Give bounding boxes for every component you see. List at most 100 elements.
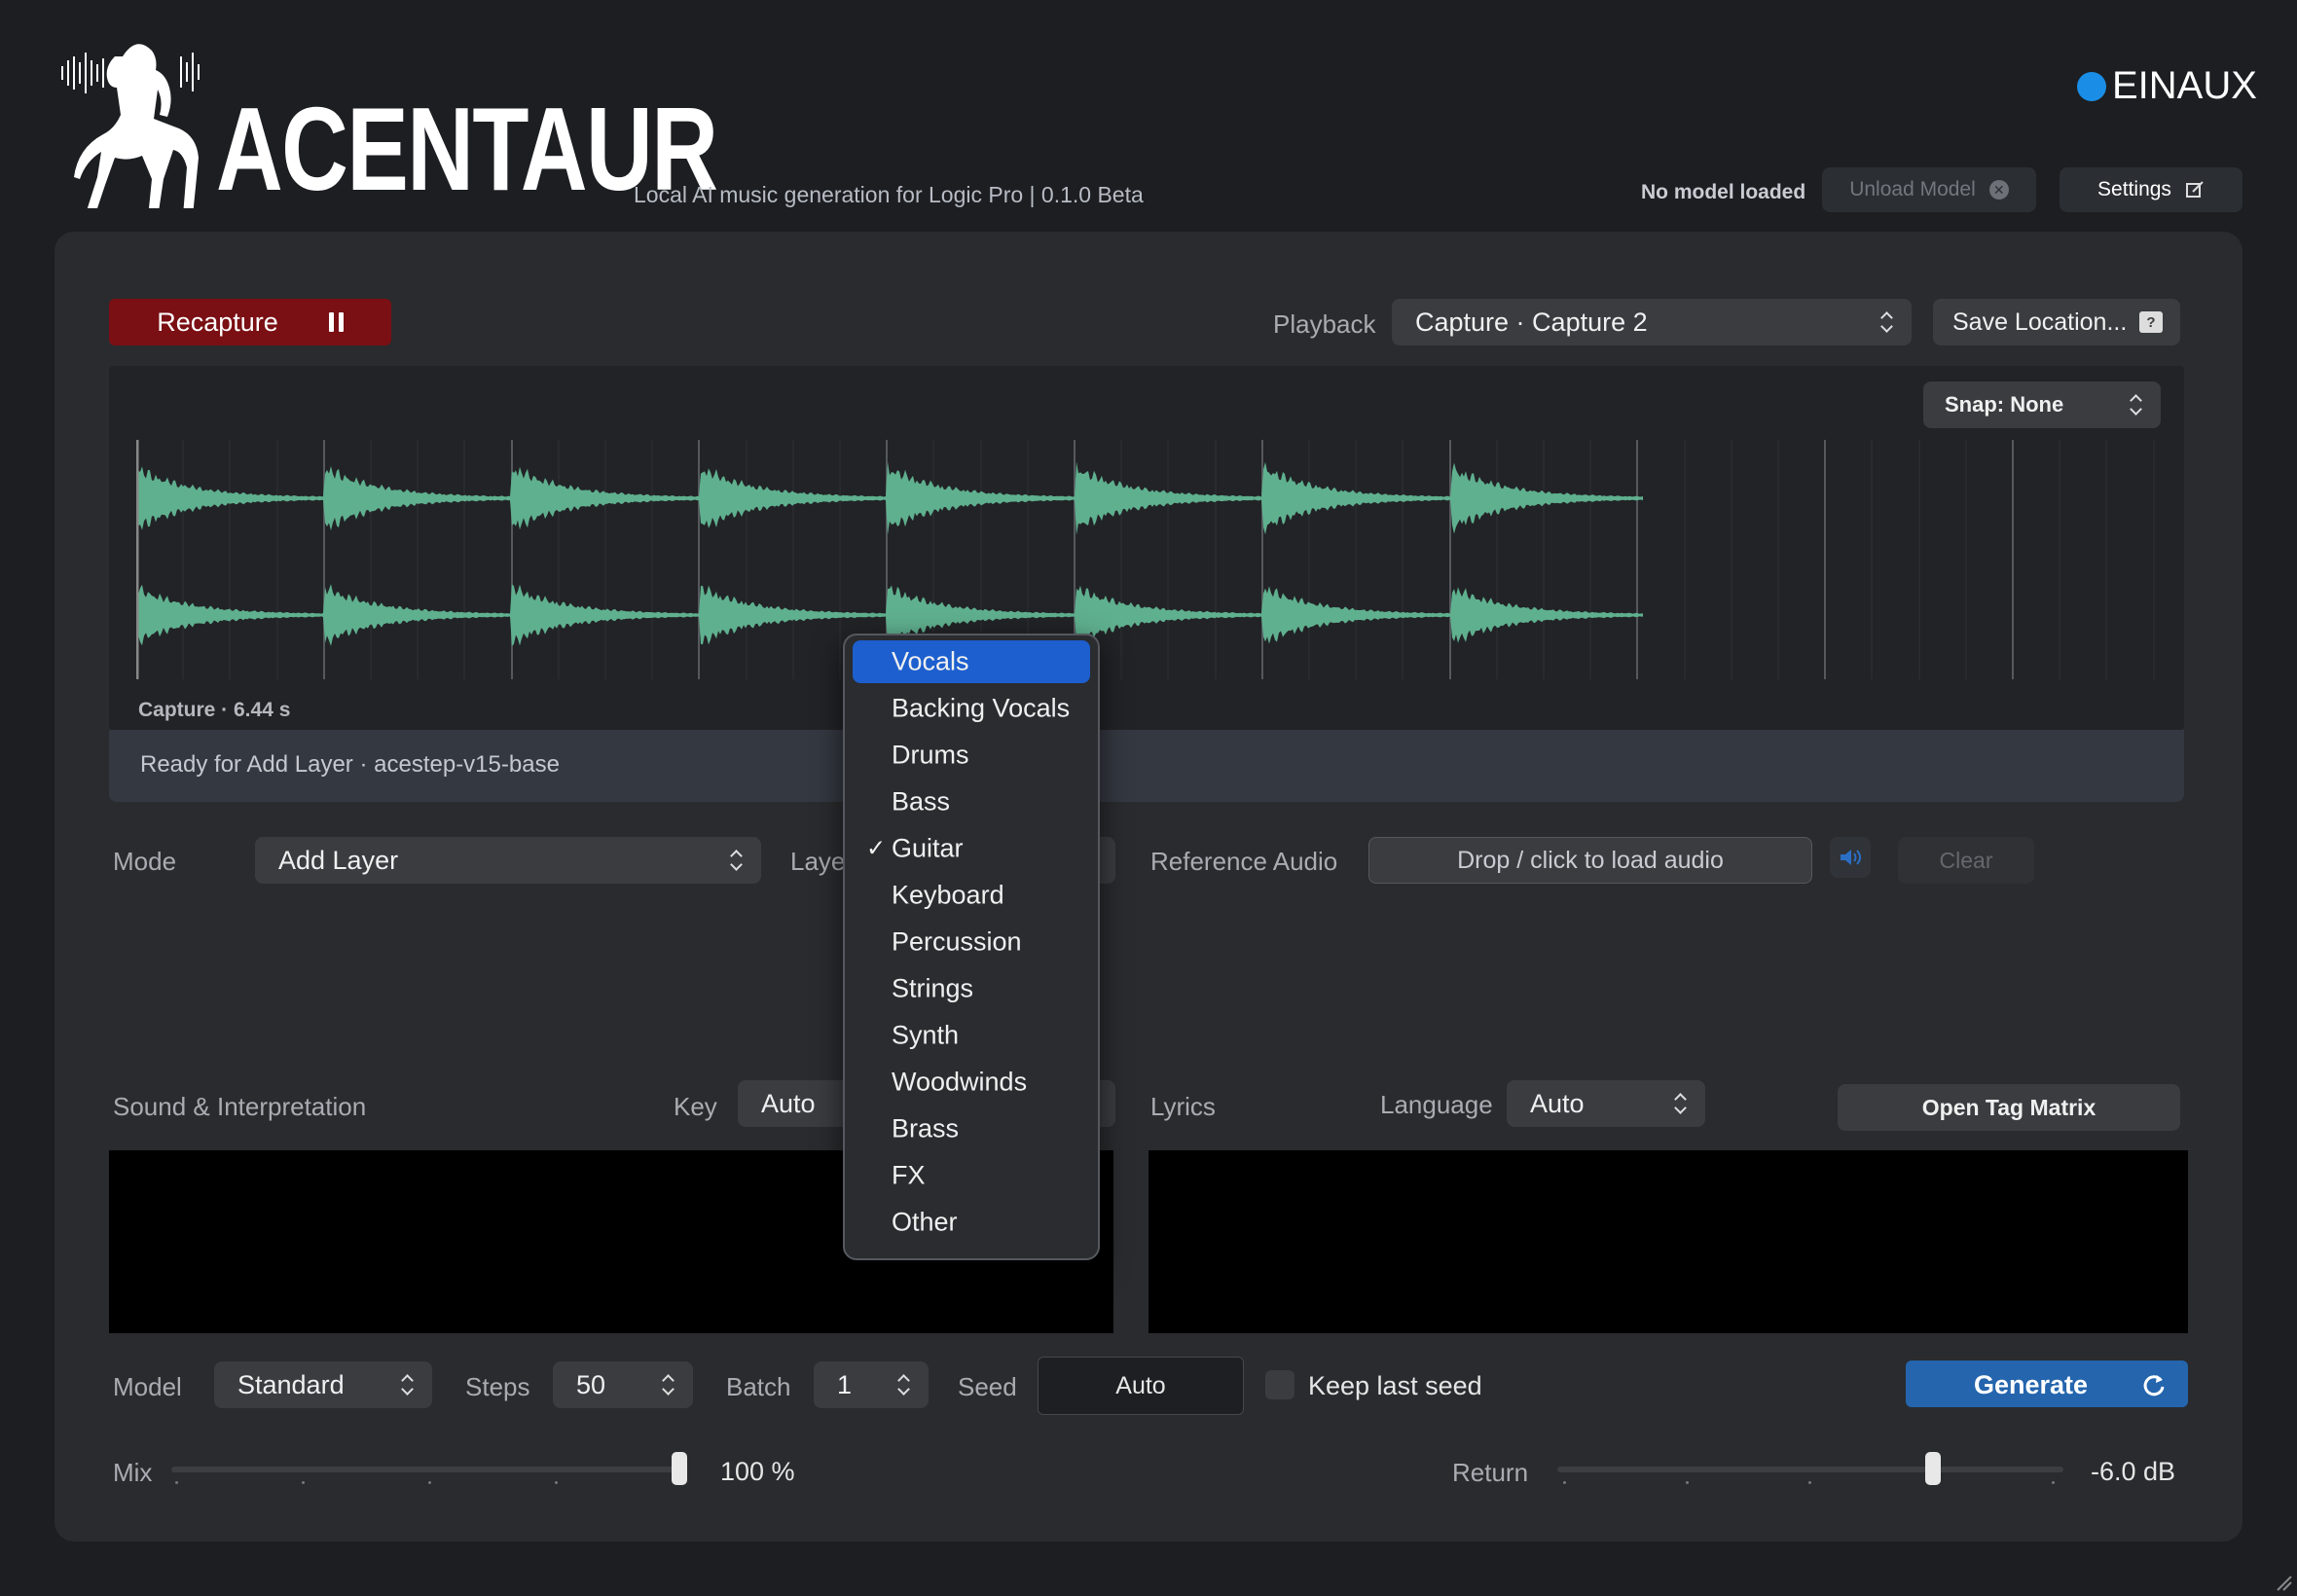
seed-value: Auto xyxy=(1115,1371,1166,1399)
slider-tick xyxy=(428,1481,431,1484)
key-label: Key xyxy=(674,1092,717,1121)
save-location-button[interactable]: Save Location... ? xyxy=(1933,299,2180,345)
menu-item-vocals[interactable]: Vocals xyxy=(853,640,1090,683)
external-edit-icon xyxy=(2185,181,2204,198)
mode-select[interactable]: Add Layer xyxy=(255,837,761,884)
close-circle-icon: ✕ xyxy=(1988,180,2009,200)
help-badge-icon: ? xyxy=(2139,311,2163,333)
batch-label: Batch xyxy=(726,1372,791,1401)
mode-label: Mode xyxy=(113,847,177,876)
snap-value: Snap: None xyxy=(1945,392,2064,417)
chevron-updown-icon xyxy=(730,849,744,872)
model-select[interactable]: Standard xyxy=(214,1361,432,1408)
menu-item-keyboard[interactable]: Keyboard xyxy=(853,874,1090,917)
menu-item-brass[interactable]: Brass xyxy=(853,1107,1090,1150)
unload-model-button[interactable]: Unload Model ✕ xyxy=(1822,167,2036,212)
menu-item-label: Strings xyxy=(892,973,974,1003)
batch-stepper[interactable]: 1 xyxy=(814,1361,929,1408)
mix-slider-thumb[interactable] xyxy=(672,1452,687,1485)
playback-select[interactable]: Capture · Capture 2 xyxy=(1392,299,1912,345)
batch-value: 1 xyxy=(837,1369,853,1399)
open-tag-matrix-button[interactable]: Open Tag Matrix xyxy=(1838,1084,2180,1131)
menu-item-other[interactable]: Other xyxy=(853,1201,1090,1244)
menu-item-label: Other xyxy=(892,1207,958,1237)
generate-button[interactable]: Generate xyxy=(1906,1360,2188,1407)
recapture-button[interactable]: Recapture xyxy=(109,299,391,345)
language-label: Language xyxy=(1380,1090,1493,1119)
app-tagline: Local AI music generation for Logic Pro … xyxy=(634,182,1144,207)
slider-tick xyxy=(175,1481,178,1484)
seed-input[interactable]: Auto xyxy=(1038,1357,1244,1415)
reference-audio-label: Reference Audio xyxy=(1150,847,1338,876)
unload-model-label: Unload Model xyxy=(1849,178,1976,200)
layer-dropdown-menu: Vocals Backing Vocals Drums Bass ✓ Guitar Keyb… xyxy=(843,634,1100,1260)
model-status: No model loaded xyxy=(1641,181,1806,203)
mix-label: Mix xyxy=(113,1458,153,1487)
settings-label: Settings xyxy=(2097,178,2171,200)
menu-item-label: Synth xyxy=(892,1020,960,1050)
menu-item-label: Percussion xyxy=(892,926,1022,957)
brand-logo: EINAUX xyxy=(2077,64,2257,108)
reference-audio-dropzone[interactable]: Drop / click to load audio xyxy=(1368,837,1812,884)
speaker-button[interactable] xyxy=(1830,837,1871,878)
lyrics-label: Lyrics xyxy=(1150,1092,1216,1121)
pause-icon xyxy=(328,312,344,332)
model-value: Standard xyxy=(237,1369,345,1399)
dropzone-label: Drop / click to load audio xyxy=(1457,846,1724,874)
playback-value: Capture · Capture 2 xyxy=(1415,307,1648,337)
slider-tick xyxy=(1563,1481,1566,1484)
clear-button[interactable]: Clear xyxy=(1898,837,2034,884)
mix-slider-track xyxy=(171,1467,687,1472)
capture-info: Capture · 6.44 s xyxy=(138,699,291,721)
return-value: -6.0 dB xyxy=(2091,1457,2176,1486)
centaur-logo-icon xyxy=(61,44,200,208)
keep-last-seed-label: Keep last seed xyxy=(1308,1371,1482,1400)
steps-label: Steps xyxy=(465,1372,530,1401)
chevron-updown-icon xyxy=(1880,310,1894,334)
menu-item-fx[interactable]: FX xyxy=(853,1154,1090,1197)
chevron-updown-icon xyxy=(1674,1092,1688,1115)
menu-item-label: Vocals xyxy=(892,646,969,676)
settings-button[interactable]: Settings xyxy=(2060,167,2242,212)
return-slider-thumb[interactable] xyxy=(1925,1452,1941,1485)
waveform-channel-1 xyxy=(136,461,1643,535)
return-label: Return xyxy=(1452,1458,1529,1487)
menu-item-bass[interactable]: Bass xyxy=(853,780,1090,823)
sound-interpretation-label: Sound & Interpretation xyxy=(113,1092,367,1121)
menu-item-synth[interactable]: Synth xyxy=(853,1014,1090,1057)
keep-last-seed-checkbox[interactable] xyxy=(1265,1370,1294,1399)
menu-item-guitar[interactable]: ✓ Guitar xyxy=(853,827,1090,870)
menu-item-backing-vocals[interactable]: Backing Vocals xyxy=(853,687,1090,730)
slider-tick xyxy=(302,1481,305,1484)
key-value: Auto xyxy=(761,1088,816,1118)
playback-label: Playback xyxy=(1273,309,1376,339)
generate-label: Generate xyxy=(1974,1370,2089,1399)
checkmark-icon: ✓ xyxy=(866,835,887,862)
menu-item-label: Brass xyxy=(892,1113,960,1143)
chevron-updown-icon xyxy=(897,1373,911,1396)
recapture-label: Recapture xyxy=(157,307,278,337)
menu-item-strings[interactable]: Strings xyxy=(853,967,1090,1010)
steps-stepper[interactable]: 50 xyxy=(553,1361,693,1408)
lyrics-textarea[interactable] xyxy=(1148,1150,2188,1333)
mix-slider[interactable] xyxy=(171,1450,687,1489)
chevron-updown-icon xyxy=(2130,393,2143,417)
slider-tick xyxy=(1808,1481,1811,1484)
waveform-canvas[interactable] xyxy=(136,440,2157,679)
menu-item-label: Keyboard xyxy=(892,880,1004,910)
brand-dot-icon xyxy=(2077,71,2106,101)
language-select[interactable]: Auto xyxy=(1507,1080,1705,1127)
snap-select[interactable]: Snap: None xyxy=(1923,381,2161,428)
menu-item-woodwinds[interactable]: Woodwinds xyxy=(853,1061,1090,1104)
menu-item-label: FX xyxy=(892,1160,926,1190)
status-text: Ready for Add Layer · acestep-v15-base xyxy=(140,751,560,778)
menu-item-label: Backing Vocals xyxy=(892,693,1071,723)
slider-tick xyxy=(2052,1481,2055,1484)
speaker-icon xyxy=(1841,850,1861,865)
save-location-label: Save Location... xyxy=(1952,308,2128,336)
menu-item-label: Drums xyxy=(892,740,969,770)
model-label: Model xyxy=(113,1372,182,1401)
return-slider[interactable] xyxy=(1557,1450,2063,1489)
menu-item-drums[interactable]: Drums xyxy=(853,734,1090,777)
menu-item-percussion[interactable]: Percussion xyxy=(853,921,1090,963)
